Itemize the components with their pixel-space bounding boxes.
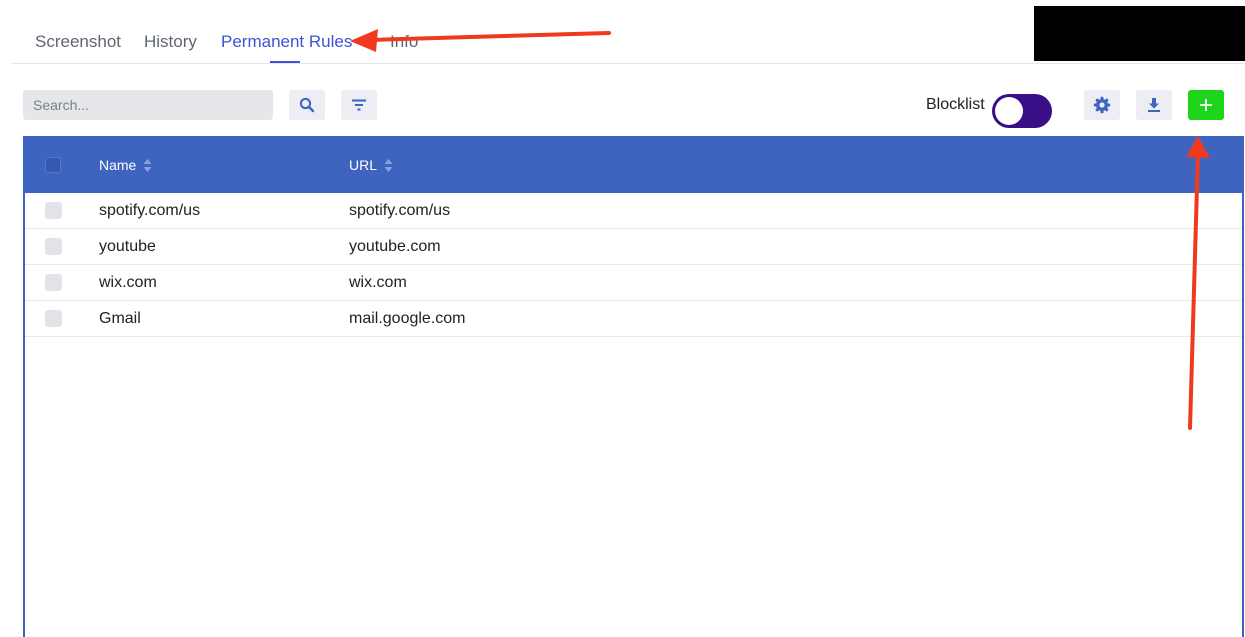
rule-url: wix.com [349, 274, 407, 291]
column-header-name[interactable]: Name [99, 157, 152, 173]
filter-button[interactable] [341, 90, 377, 120]
search-icon [299, 97, 315, 113]
row-checkbox[interactable] [45, 274, 62, 291]
column-header-url[interactable]: URL [349, 157, 393, 173]
rule-name: Gmail [99, 310, 141, 327]
row-checkbox[interactable] [45, 238, 62, 255]
active-tab-indicator [270, 61, 300, 63]
toggle-knob [995, 97, 1023, 125]
rule-url: youtube.com [349, 238, 441, 255]
settings-button[interactable] [1084, 90, 1120, 120]
sort-icon [143, 158, 152, 172]
rules-table: Name URL spotify.com/us spotify.com/us y… [23, 136, 1244, 637]
column-label: URL [349, 157, 378, 173]
table-header: Name URL [25, 136, 1242, 193]
rule-name: youtube [99, 238, 156, 255]
filter-icon [352, 99, 366, 111]
download-button[interactable] [1136, 90, 1172, 120]
rule-url: spotify.com/us [349, 202, 451, 219]
gear-icon [1093, 96, 1111, 114]
plus-icon [1200, 99, 1212, 111]
table-row[interactable]: Gmail mail.google.com [25, 301, 1242, 337]
select-all-checkbox[interactable] [45, 157, 61, 173]
rule-url: mail.google.com [349, 310, 466, 327]
tab-permanent-rules[interactable]: Permanent Rules [221, 32, 352, 52]
tab-history[interactable]: History [144, 32, 197, 52]
column-label: Name [99, 157, 137, 173]
search-input[interactable] [23, 90, 273, 120]
blocklist-toggle[interactable] [992, 94, 1052, 128]
download-icon [1148, 98, 1160, 112]
row-checkbox[interactable] [45, 202, 62, 219]
tab-info[interactable]: Info [390, 32, 418, 52]
search-button[interactable] [289, 90, 325, 120]
rule-name: spotify.com/us [99, 202, 201, 219]
redacted-area [1034, 6, 1245, 61]
row-checkbox[interactable] [45, 310, 62, 327]
blocklist-label: Blocklist [926, 96, 985, 113]
rule-name: wix.com [99, 274, 157, 291]
table-row[interactable]: wix.com wix.com [25, 265, 1242, 301]
table-row[interactable]: spotify.com/us spotify.com/us [25, 193, 1242, 229]
table-row[interactable]: youtube youtube.com [25, 229, 1242, 265]
add-rule-button[interactable] [1188, 90, 1224, 120]
tab-screenshot[interactable]: Screenshot [35, 32, 121, 52]
sort-icon [384, 158, 393, 172]
